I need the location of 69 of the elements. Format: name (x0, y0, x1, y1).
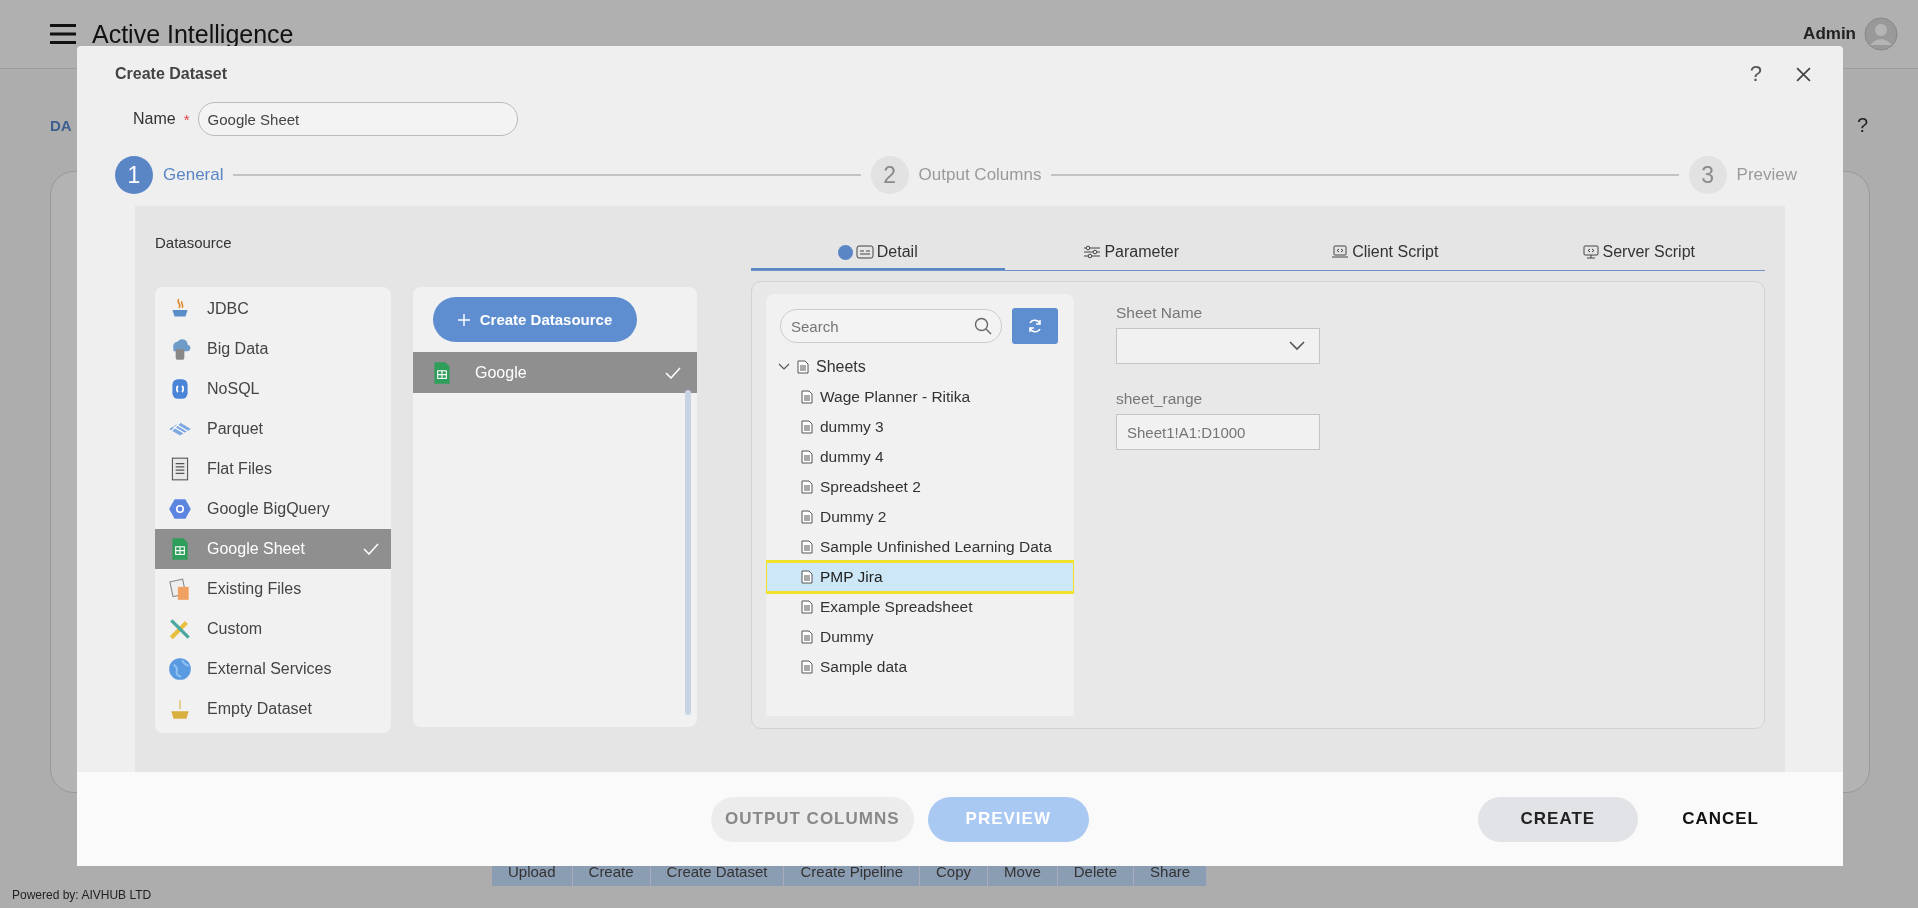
datasource-type-item[interactable]: Google BigQuery (155, 489, 391, 529)
help-icon[interactable]: ? (1749, 61, 1762, 87)
document-icon (801, 450, 813, 464)
name-field[interactable]: Google Sheet (197, 102, 518, 136)
datasource-type-item[interactable]: JDBC (155, 289, 391, 329)
search-field[interactable]: Search (780, 309, 1002, 343)
tree-item[interactable]: Spreadsheet 2 (766, 472, 1074, 502)
document-icon (801, 390, 813, 404)
sheet-name-dropdown[interactable] (1116, 328, 1320, 364)
sliders-icon (1083, 245, 1102, 259)
tree-item[interactable]: Sample Unfinished Learning Data (766, 532, 1074, 562)
document-icon (801, 630, 813, 644)
datasource-type-item[interactable]: Flat Files (155, 449, 391, 489)
datasource-type-item[interactable]: Parquet (155, 409, 391, 449)
document-icon (801, 570, 813, 584)
refresh-icon (1027, 318, 1043, 334)
document-icon (801, 540, 813, 554)
range-field[interactable]: Sheet1!A1:D1000 (1116, 414, 1320, 450)
card-icon (855, 245, 874, 259)
check-icon (665, 366, 681, 379)
document-icon (801, 600, 813, 614)
tree-item[interactable]: Dummy 2 (766, 502, 1074, 532)
footer-button[interactable]: CANCEL (1668, 796, 1773, 842)
tree-item[interactable]: dummy 3 (766, 412, 1074, 442)
plus-icon (457, 313, 470, 326)
tab[interactable]: Detail (751, 236, 1005, 270)
app-title: Active Intelligence (92, 19, 294, 49)
tree-item[interactable]: Dummy (766, 622, 1074, 652)
tree-node[interactable]: Sheets (778, 354, 1074, 380)
check-icon (363, 543, 379, 555)
dialog-title: Create Dataset (115, 65, 228, 83)
datasource-type-item[interactable]: Big Data (155, 329, 391, 369)
name-label: Name (133, 110, 176, 128)
datasource-type-item[interactable]: Custom (155, 609, 391, 649)
tree-item[interactable]: PMP Jira (766, 562, 1074, 592)
footer-button[interactable]: CREATE (1477, 796, 1639, 842)
caret-icon (778, 363, 790, 371)
required-mark: * (183, 110, 190, 128)
tree-item[interactable]: Example Spreadsheet (766, 592, 1074, 622)
document-icon (801, 480, 813, 494)
tab[interactable]: Server Script (1511, 236, 1765, 268)
help-icon[interactable]: ? (1856, 113, 1868, 137)
refresh-button[interactable] (1012, 308, 1058, 344)
avatar-icon[interactable] (1864, 17, 1898, 51)
caret-icon (1289, 341, 1305, 351)
search-icon (974, 317, 992, 335)
menu-icon[interactable] (50, 24, 76, 44)
monitor-icon (1581, 245, 1600, 259)
document-icon (797, 360, 809, 374)
document-icon (801, 420, 813, 434)
datasource-type-item[interactable]: Empty Dataset (155, 689, 391, 729)
tab[interactable]: Client Script (1258, 236, 1512, 268)
tree-item[interactable]: dummy 4 (766, 442, 1074, 472)
document-icon (801, 660, 813, 674)
document-icon (801, 510, 813, 524)
field-label: Sheet Name (1116, 304, 1204, 322)
datasource-type-item[interactable]: External Services (155, 649, 391, 689)
datasource-type-item[interactable]: Existing Files (155, 569, 391, 609)
tree-item[interactable]: Sample data (766, 652, 1074, 682)
footer-text: Powered by: AIVHUB LTD (12, 888, 152, 902)
step-number[interactable]: 1 (115, 156, 153, 194)
datasource-type-item[interactable]: NoSQL (155, 369, 391, 409)
close-icon[interactable] (1796, 66, 1811, 82)
field-label: sheet_range (1116, 390, 1204, 408)
monitor-icon (1331, 245, 1350, 259)
tree-item[interactable]: Wage Planner - Ritika (766, 382, 1074, 412)
section-label: Datasource (155, 234, 233, 251)
user-name[interactable]: Admin (1803, 24, 1856, 44)
tab[interactable]: Parameter (1004, 236, 1258, 268)
